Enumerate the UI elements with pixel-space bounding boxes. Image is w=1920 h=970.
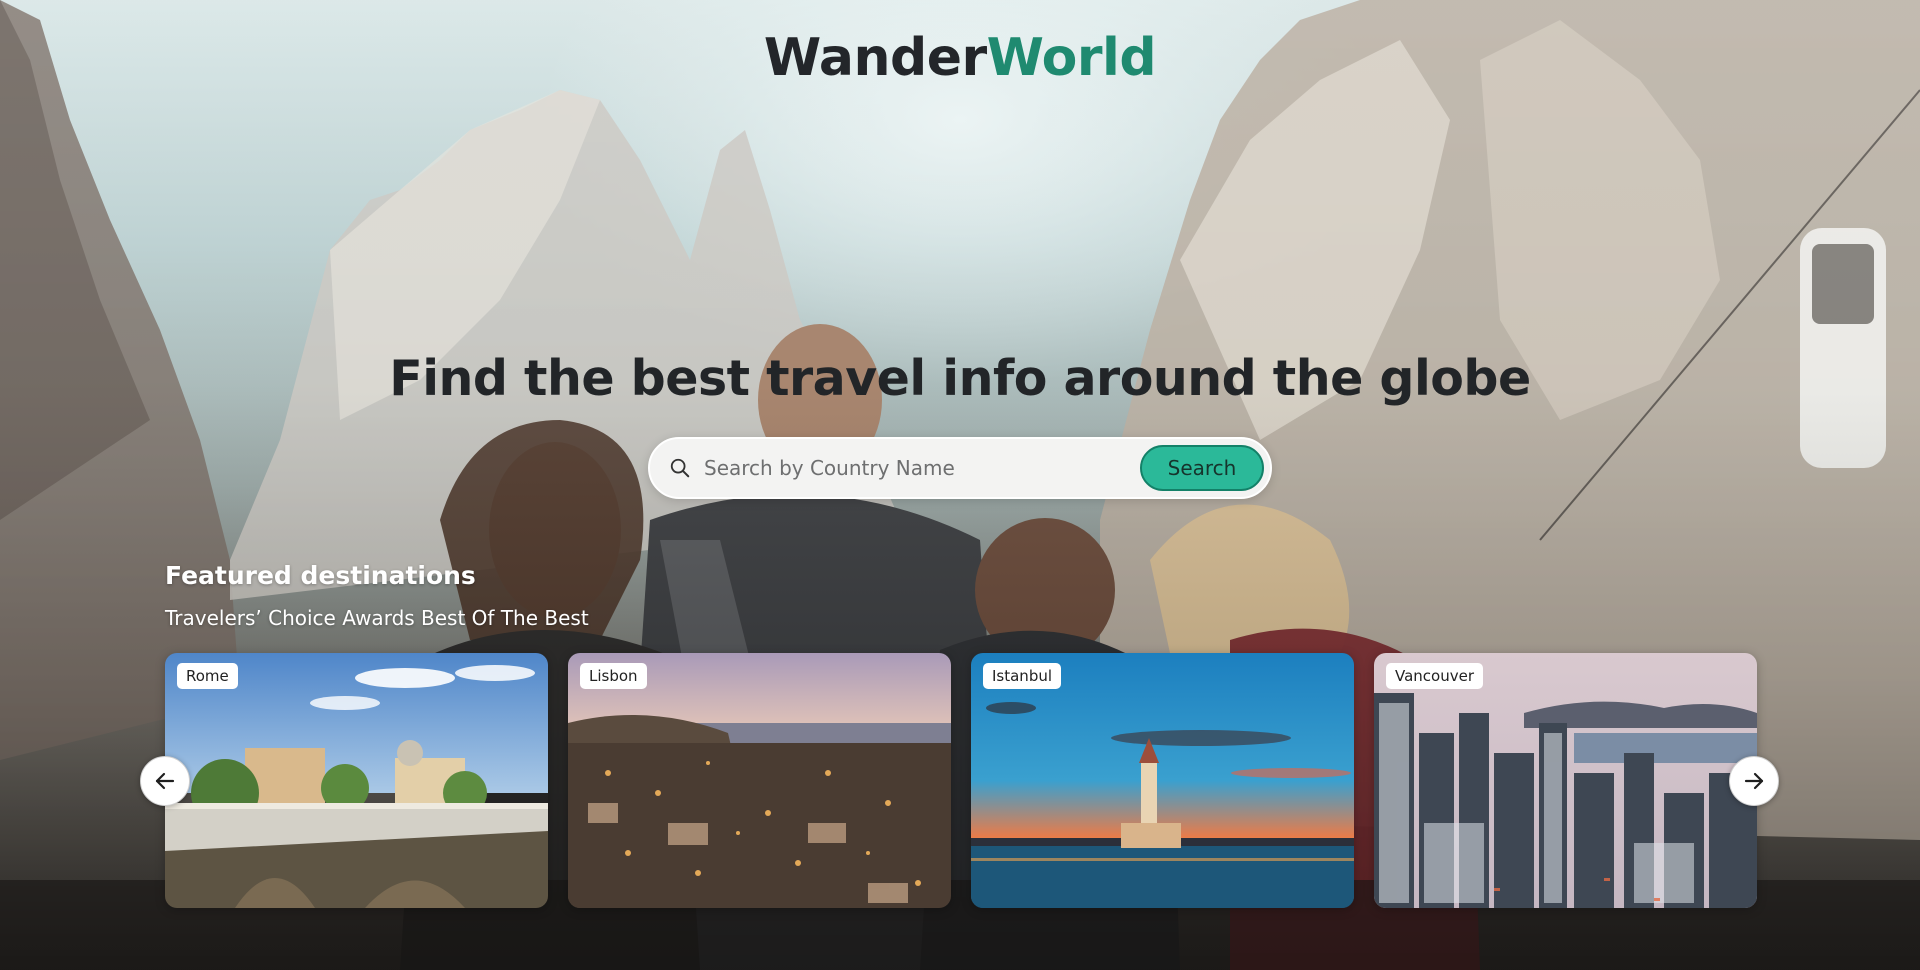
site-logo[interactable]: WanderWorld	[0, 28, 1920, 88]
arrow-right-icon	[1744, 772, 1764, 790]
search-icon	[666, 454, 694, 482]
destination-card-rome[interactable]: Rome	[165, 653, 548, 908]
destination-carousel: Rome Lisbon Istanbul Vancouver	[165, 653, 1757, 908]
vancouver-photo	[1374, 653, 1757, 908]
logo-text-primary: Wander	[763, 28, 987, 88]
hero-headline: Find the best travel info around the glo…	[389, 350, 1531, 407]
destination-label: Istanbul	[983, 663, 1062, 689]
destination-label: Lisbon	[580, 663, 647, 689]
search-button[interactable]: Search	[1140, 445, 1264, 491]
destination-card-istanbul[interactable]: Istanbul	[971, 653, 1354, 908]
featured-subtitle: Travelers’ Choice Awards Best Of The Bes…	[165, 606, 589, 630]
arrow-left-icon	[155, 772, 175, 790]
logo-text-accent: World	[986, 28, 1157, 88]
destination-card-lisbon[interactable]: Lisbon	[568, 653, 951, 908]
featured-title: Featured destinations	[165, 561, 476, 590]
destination-label: Rome	[177, 663, 238, 689]
lisbon-photo	[568, 653, 951, 908]
carousel-next-button[interactable]	[1729, 756, 1779, 806]
istanbul-photo	[971, 653, 1354, 908]
rome-photo	[165, 653, 548, 908]
destination-card-vancouver[interactable]: Vancouver	[1374, 653, 1757, 908]
search-input[interactable]	[694, 439, 1140, 497]
destination-label: Vancouver	[1386, 663, 1483, 689]
search-bar: Search	[648, 437, 1272, 499]
carousel-prev-button[interactable]	[140, 756, 190, 806]
